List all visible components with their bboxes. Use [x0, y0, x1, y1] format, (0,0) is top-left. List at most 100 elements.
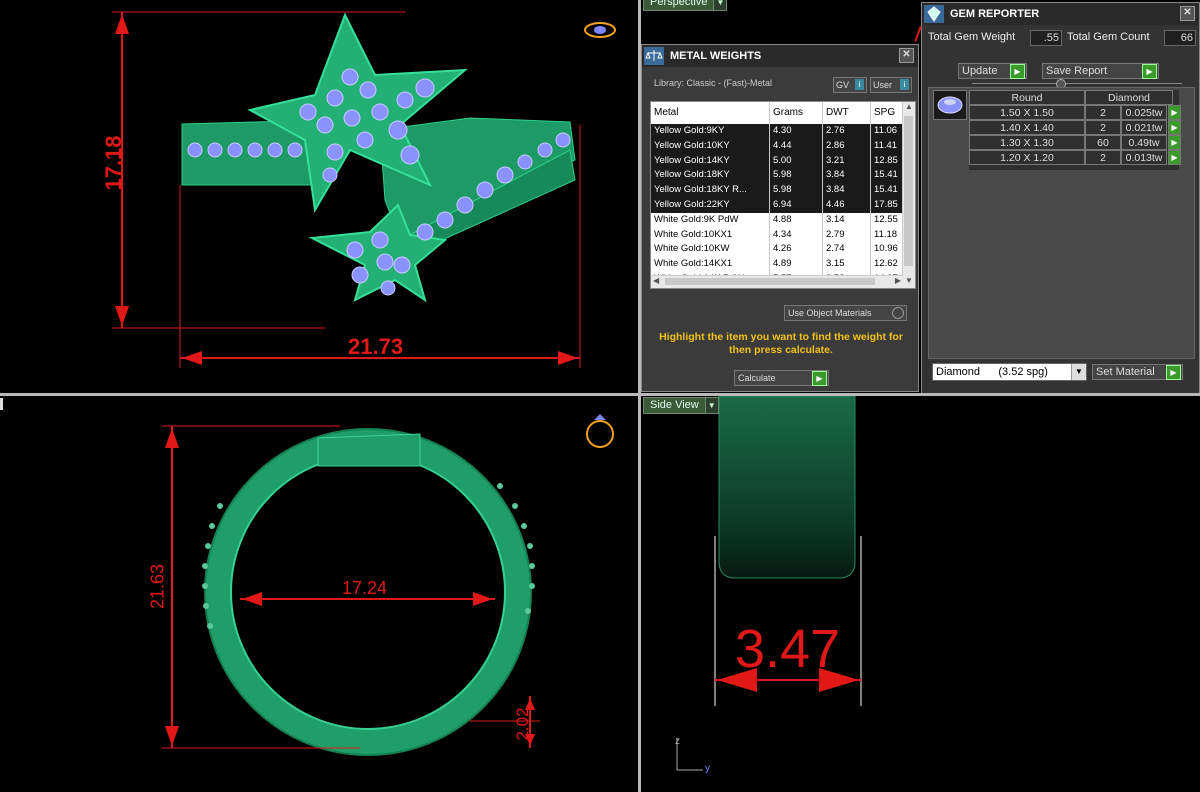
play-icon[interactable]: ▶	[1168, 150, 1181, 165]
metal-name-cell: White Gold:9K PdW	[651, 212, 770, 228]
spg-cell: 17.85	[871, 198, 903, 213]
metal-name-cell: Yellow Gold:18KY R...	[651, 183, 770, 198]
dwt-cell: 3.84	[823, 183, 871, 198]
close-icon[interactable]: ✕	[1180, 6, 1195, 21]
dwt-cell: 3.14	[823, 212, 871, 228]
grams-cell: 6.94	[770, 198, 823, 213]
thickness-label: 2.02	[513, 707, 532, 741]
metal-weights-titlebar[interactable]: METAL WEIGHTS ✕	[642, 45, 918, 67]
table-row[interactable]: Yellow Gold:9KY 4.30 2.76 11.06	[651, 124, 903, 139]
column-header-round: Round	[969, 90, 1085, 105]
user-button[interactable]: User i	[870, 77, 912, 93]
scroll-up-icon[interactable]: ▲	[903, 102, 915, 114]
grams-cell: 5.00	[770, 153, 823, 169]
circle-toggle-icon	[892, 307, 904, 319]
chevron-down-icon[interactable]: ▼	[704, 397, 719, 414]
save-report-button[interactable]: Save Report ▶	[1042, 63, 1159, 79]
gem-weight-cell: 0.021tw	[1121, 120, 1167, 135]
table-row[interactable]: 1.40 X 1.40 2 0.021tw ▶	[969, 120, 1181, 135]
gem-list-area[interactable]: Round Diamond 1.50 X 1.50 2 0.025tw ▶ 1.40 X…	[928, 87, 1195, 359]
material-select[interactable]: Diamond (3.52 spg) ▼	[932, 363, 1087, 381]
spg-cell: 11.41	[871, 138, 903, 154]
table-row[interactable]: White Gold:14KX1 4.89 3.15 12.62	[651, 257, 903, 272]
column-header-spg[interactable]: SPG	[871, 102, 903, 124]
total-gem-weight-value: .55	[1030, 30, 1062, 46]
viewport-bottom-right[interactable]: Side View ▼ 3.47 z y	[641, 396, 1200, 792]
set-material-button[interactable]: Set Material ▶	[1092, 364, 1183, 380]
table-row[interactable]: Yellow Gold:18KY R... 5.98 3.84 15.41	[651, 183, 903, 198]
metal-weights-title: METAL WEIGHTS	[670, 50, 762, 62]
metal-name-cell: White Gold:14KX1	[651, 257, 770, 272]
table-horizontal-scrollbar[interactable]: ◀ ▶	[651, 275, 903, 288]
scroll-left-icon[interactable]: ◀	[653, 276, 659, 285]
gem-reporter-panel: GEM REPORTER ✕ Total Gem Weight .55 Tota…	[921, 2, 1200, 393]
save-report-label: Save Report	[1046, 65, 1108, 77]
table-vertical-scrollbar[interactable]: ▲ ▼	[902, 102, 915, 288]
column-header-dwt[interactable]: DWT	[823, 102, 871, 124]
table-row[interactable]: Yellow Gold:10KY 4.44 2.86 11.41	[651, 138, 903, 154]
table-row[interactable]: Yellow Gold:22KY 6.94 4.46 17.85	[651, 198, 903, 213]
column-header-metal[interactable]: Metal	[651, 102, 770, 124]
column-header-grams[interactable]: Grams	[770, 102, 823, 124]
table-row[interactable]: White Gold:9K PdW 4.88 3.14 12.55	[651, 212, 903, 228]
metal-weights-table[interactable]: Metal Grams DWT SPG Yellow Gold:9KY 4.30 2…	[650, 101, 916, 289]
scroll-right-icon[interactable]: ▶	[895, 276, 901, 285]
table-row[interactable]: Yellow Gold:18KY 5.98 3.84 15.41	[651, 168, 903, 184]
play-icon[interactable]: ▶	[1168, 105, 1181, 120]
gem-weight-cell: 0.013tw	[1121, 150, 1167, 165]
close-icon[interactable]: ✕	[899, 48, 914, 63]
use-object-materials-button[interactable]: Use Object Materials	[784, 305, 907, 321]
viewport-divider-horizontal[interactable]	[0, 393, 1200, 396]
scroll-thumb[interactable]	[904, 116, 913, 266]
round-gem-icon	[937, 96, 963, 114]
total-gem-count-label: Total Gem Count	[1067, 31, 1150, 43]
dwt-cell: 3.15	[823, 257, 871, 272]
metal-table-header: Metal Grams DWT SPG	[651, 102, 915, 125]
viewport-bottom-left[interactable]: 21.63 17.24 2.02	[0, 396, 638, 792]
metal-weights-panel: METAL WEIGHTS ✕ Library: Classic - (Fast…	[641, 44, 919, 392]
table-row[interactable]: White Gold:10KX1 4.34 2.79 11.18	[651, 227, 903, 243]
scroll-down-icon[interactable]: ▼	[903, 276, 915, 288]
panel-splitter[interactable]	[972, 83, 1182, 84]
update-button[interactable]: Update ▶	[958, 63, 1027, 79]
viewport-top-left[interactable]: 17.18 21.73	[0, 0, 638, 393]
axis-y-label: y	[705, 763, 710, 774]
top-view-ring-drawing	[112, 11, 616, 368]
outer-diameter-label: 21.63	[147, 563, 168, 610]
table-row[interactable]: 1.30 X 1.30 60 0.49tw ▶	[969, 135, 1181, 150]
viewport-top-right[interactable]: Perspective ▼ METAL WEIGHTS ✕ Library: C…	[641, 0, 1200, 393]
gem-size-cell: 1.50 X 1.50	[969, 105, 1085, 120]
play-icon[interactable]: ▶	[1168, 135, 1181, 150]
viewport-divider-vertical[interactable]	[638, 0, 641, 792]
side-view-tab[interactable]: Side View ▼	[643, 397, 719, 414]
table-row[interactable]: 1.50 X 1.50 2 0.025tw ▶	[969, 105, 1181, 120]
play-icon: ▶	[1142, 64, 1157, 79]
perspective-view-tab[interactable]: Perspective ▼	[643, 0, 728, 11]
chevron-down-icon[interactable]: ▼	[713, 0, 728, 11]
hscroll-thumb[interactable]	[665, 278, 875, 285]
round-diamond-thumbnail[interactable]	[933, 90, 967, 120]
gem-size-table[interactable]: Round Diamond 1.50 X 1.50 2 0.025tw ▶ 1.40 X…	[969, 90, 1181, 170]
column-header-diamond: Diamond	[1085, 90, 1173, 105]
play-icon: ▶	[812, 371, 827, 386]
metal-name-cell: Yellow Gold:9KY	[651, 124, 770, 139]
gv-button[interactable]: GV i	[833, 77, 867, 93]
total-gem-weight-label: Total Gem Weight	[928, 31, 1016, 43]
table-row[interactable]: White Gold:10KW 4.26 2.74 10.96	[651, 242, 903, 258]
gem-size-cell: 1.20 X 1.20	[969, 150, 1085, 165]
user-button-label: User	[873, 80, 893, 90]
scale-icon	[644, 47, 664, 65]
dwt-cell: 2.76	[823, 124, 871, 139]
gem-reporter-title: GEM REPORTER	[950, 8, 1040, 20]
table-row[interactable]: Yellow Gold:14KY 5.00 3.21 12.85	[651, 153, 903, 169]
calculate-button[interactable]: Calculate ▶	[734, 370, 829, 386]
metal-name-cell: Yellow Gold:18KY	[651, 168, 770, 184]
table-row[interactable]: 1.20 X 1.20 2 0.013tw ▶	[969, 150, 1181, 165]
spg-cell: 10.96	[871, 242, 903, 258]
inner-diameter-label: 17.24	[342, 578, 388, 598]
play-icon[interactable]: ▶	[1168, 120, 1181, 135]
gem-size-cell: 1.40 X 1.40	[969, 120, 1085, 135]
gem-reporter-titlebar[interactable]: GEM REPORTER ✕	[922, 3, 1199, 25]
side-view-label: Side View	[650, 399, 699, 411]
chevron-down-icon[interactable]: ▼	[1071, 364, 1086, 380]
